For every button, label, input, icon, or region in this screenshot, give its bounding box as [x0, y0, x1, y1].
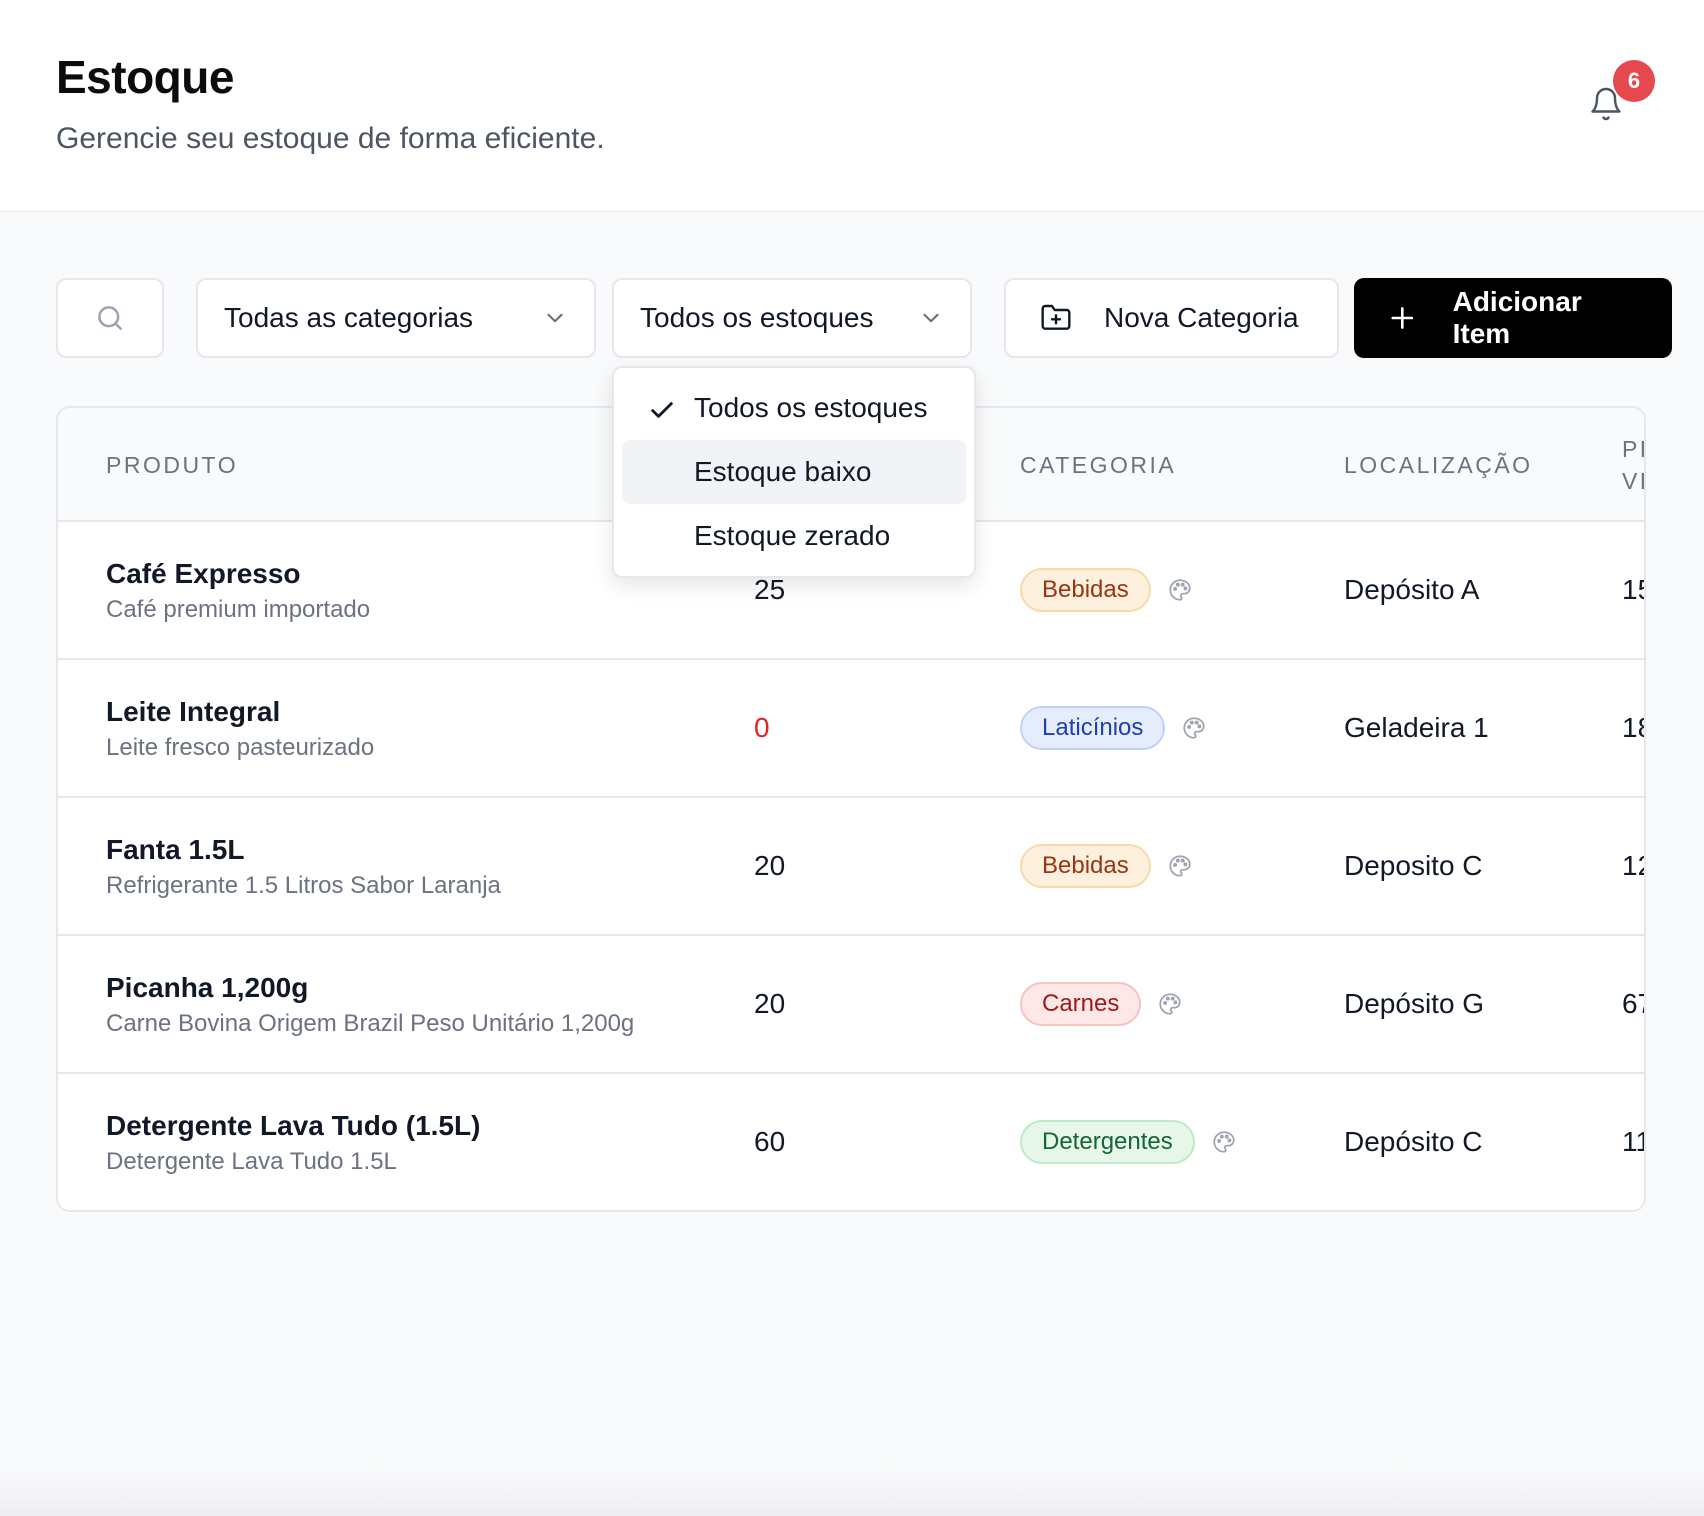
category-badge: Bebidas [1020, 844, 1151, 888]
header-price-line2: VE [1622, 468, 1644, 494]
stock-option-label: Estoque zerado [694, 520, 891, 551]
product-price: 67 [1622, 988, 1644, 1019]
table-row[interactable]: Detergente Lava Tudo (1.5L) Detergente L… [58, 1074, 1644, 1210]
product-description: Café premium importado [106, 596, 371, 623]
product-quantity: 20 [754, 850, 786, 881]
product-quantity: 60 [754, 1126, 786, 1157]
stock-filter-dropdown: Todos os estoques Estoque baixo Estoque … [612, 366, 976, 578]
product-description: Carne Bovina Origem Brazil Peso Unitário… [106, 1010, 635, 1037]
table-row[interactable]: Picanha 1,200g Carne Bovina Origem Brazi… [58, 936, 1644, 1074]
palette-icon[interactable] [1211, 1129, 1237, 1155]
palette-icon[interactable] [1167, 577, 1193, 603]
product-description: Leite fresco pasteurizado [106, 734, 375, 761]
product-price: 11 [1622, 1126, 1644, 1157]
page-header: Estoque Gerencie seu estoque de forma ef… [0, 0, 1704, 212]
stock-option-label: Estoque baixo [694, 456, 872, 487]
palette-icon[interactable] [1181, 715, 1207, 741]
palette-icon[interactable] [1167, 853, 1193, 879]
folder-plus-icon [1041, 304, 1071, 330]
product-quantity: 25 [754, 574, 786, 605]
category-badge: Carnes [1020, 982, 1142, 1026]
plus-icon [1391, 307, 1414, 329]
stock-option-zero[interactable]: Estoque zerado [622, 504, 966, 568]
chevron-down-icon [923, 313, 939, 323]
category-filter-value: Todas as categorias [224, 302, 474, 333]
category-badge: Laticínios [1020, 706, 1166, 750]
search-icon [98, 306, 122, 330]
stock-option-low[interactable]: Estoque baixo [622, 440, 966, 504]
stock-filter-select[interactable]: Todos os estoques [612, 278, 972, 358]
product-location: Depósito G [1344, 988, 1485, 1019]
search-button[interactable] [56, 278, 164, 358]
new-category-label: Nova Categoria [1104, 302, 1299, 333]
stock-option-label: Todos os estoques [694, 392, 928, 423]
product-price: 18 [1622, 712, 1644, 743]
product-location: Depósito C [1344, 1126, 1483, 1157]
page-bottom-fade [0, 1470, 1704, 1516]
header-location[interactable]: LOCALIZAÇÃO [1344, 452, 1533, 479]
product-location: Geladeira 1 [1344, 712, 1489, 743]
product-name: Café Expresso [106, 558, 301, 589]
category-filter-select[interactable]: Todas as categorias [196, 278, 596, 358]
product-quantity: 20 [754, 988, 786, 1019]
product-description: Refrigerante 1.5 Litros Sabor Laranja [106, 872, 501, 899]
product-location: Deposito C [1344, 850, 1483, 881]
category-badge: Bebidas [1020, 568, 1151, 612]
product-name: Leite Integral [106, 696, 281, 727]
chevron-down-icon [547, 313, 563, 323]
stock-filter-value: Todos os estoques [640, 302, 874, 333]
palette-icon[interactable] [1157, 991, 1183, 1017]
product-location: Depósito A [1344, 574, 1480, 605]
product-name: Detergente Lava Tudo (1.5L) [106, 1110, 481, 1141]
notification-badge[interactable]: 6 [1613, 60, 1655, 102]
page-title: Estoque [56, 51, 234, 103]
category-badge: Detergentes [1020, 1120, 1195, 1164]
page-subtitle: Gerencie seu estoque de forma eficiente. [56, 122, 605, 155]
product-price: 12 [1622, 850, 1644, 881]
add-item-label: Adicionar Item [1452, 286, 1582, 349]
new-category-button[interactable]: Nova Categoria [1004, 278, 1339, 358]
table-row[interactable]: Fanta 1.5L Refrigerante 1.5 Litros Sabor… [58, 798, 1644, 936]
add-item-button[interactable]: Adicionar Item [1354, 278, 1672, 358]
stock-option-all[interactable]: Todos os estoques [622, 376, 966, 440]
check-icon [651, 402, 673, 418]
header-price-line1[interactable]: PR [1622, 436, 1644, 463]
product-name: Fanta 1.5L [106, 834, 245, 865]
product-description: Detergente Lava Tudo 1.5L [106, 1148, 397, 1175]
header-category[interactable]: CATEGORIA [1020, 452, 1176, 479]
product-name: Picanha 1,200g [106, 972, 309, 1003]
header-product[interactable]: PRODUTO [106, 452, 238, 479]
product-quantity: 0 [754, 712, 770, 743]
table-row[interactable]: Leite Integral Leite fresco pasteurizado… [58, 660, 1644, 798]
product-price: 15 [1622, 574, 1644, 605]
